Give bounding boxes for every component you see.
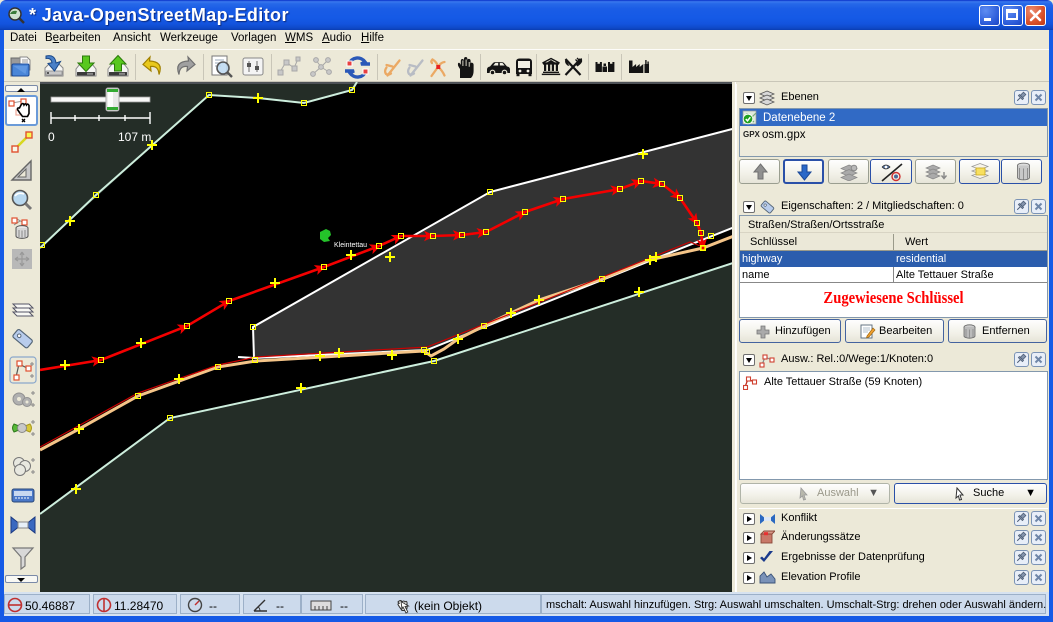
svg-text:107 m: 107 m bbox=[118, 130, 151, 144]
svg-text:0: 0 bbox=[48, 130, 55, 144]
svg-text:Kleintettau: Kleintettau bbox=[334, 242, 367, 249]
